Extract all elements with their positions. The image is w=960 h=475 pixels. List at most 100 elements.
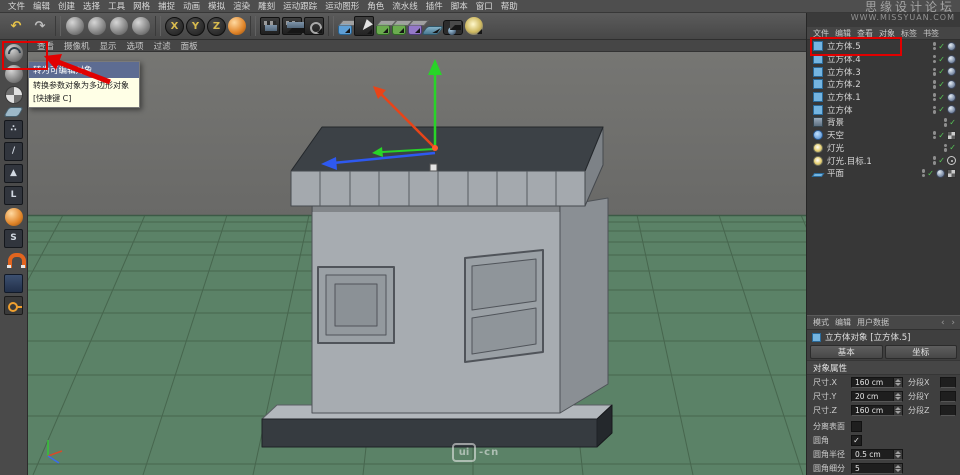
- texture-tag-icon[interactable]: [947, 130, 956, 140]
- enabled-check-icon[interactable]: ✓: [938, 42, 945, 51]
- enabled-check-icon[interactable]: ✓: [938, 131, 945, 140]
- enabled-check-icon[interactable]: ✓: [938, 80, 945, 89]
- attr-input[interactable]: 20 cm: [851, 390, 903, 402]
- checkbox[interactable]: ✓: [851, 434, 862, 446]
- coordinate-system-icon[interactable]: [228, 17, 246, 35]
- phong-tag-icon[interactable]: [947, 54, 956, 64]
- editor-visibility-dot[interactable]: [921, 169, 926, 173]
- viewport-menu-item-选项[interactable]: 选项: [122, 40, 149, 52]
- viewport-menu-item-面板[interactable]: 面板: [176, 40, 203, 52]
- snap-settings-icon[interactable]: S: [4, 228, 23, 248]
- spinner[interactable]: [893, 377, 902, 387]
- menu-item-运动图形[interactable]: 运动图形: [321, 0, 363, 12]
- points-mode-icon[interactable]: ∴: [4, 119, 23, 139]
- add-floor-icon[interactable]: [420, 25, 445, 35]
- magnet-snap-icon[interactable]: [4, 251, 26, 271]
- menu-item-脚本[interactable]: 脚本: [447, 0, 472, 12]
- add-primitive-cube-icon[interactable]: [338, 23, 352, 35]
- menu-item-雕刻[interactable]: 雕刻: [254, 0, 279, 12]
- live-selection-icon[interactable]: [66, 17, 84, 35]
- add-light-icon[interactable]: [465, 17, 483, 35]
- visibility-dots[interactable]: [932, 156, 937, 165]
- viewport-menu-item-查看[interactable]: 查看: [32, 40, 59, 52]
- history-nav-icons[interactable]: ‹ ›: [941, 318, 957, 328]
- viewport-menu-item-过滤[interactable]: 过滤: [149, 40, 176, 52]
- render-picture-viewer-icon[interactable]: [282, 17, 304, 35]
- object-row[interactable]: 背景 ✓: [807, 116, 960, 129]
- om-menu-item-编辑[interactable]: 编辑: [832, 28, 854, 39]
- make-editable-icon[interactable]: [4, 43, 23, 62]
- attr-input[interactable]: 5: [851, 462, 903, 474]
- editor-visibility-dot[interactable]: [932, 42, 937, 46]
- lock-z-axis-icon[interactable]: Z: [207, 16, 226, 36]
- visibility-dots[interactable]: [932, 42, 937, 51]
- om-menu-item-文件[interactable]: 文件: [810, 28, 832, 39]
- editor-visibility-dot[interactable]: [932, 156, 937, 160]
- render-visibility-dot[interactable]: [943, 123, 948, 127]
- editor-visibility-dot[interactable]: [932, 67, 937, 72]
- menu-item-网格[interactable]: 网格: [129, 0, 154, 12]
- spinner[interactable]: [893, 449, 902, 459]
- editor-visibility-dot[interactable]: [932, 105, 937, 110]
- object-row[interactable]: 立方体 ✓: [807, 103, 960, 116]
- rotate-tool-icon[interactable]: [132, 17, 150, 35]
- object-row[interactable]: 天空 ✓: [807, 129, 960, 142]
- render-visibility-dot[interactable]: [921, 173, 926, 178]
- render-visibility-dot[interactable]: [932, 46, 937, 51]
- object-row[interactable]: 立方体.5 ✓: [807, 40, 960, 53]
- gizmo-origin[interactable]: [432, 145, 438, 151]
- render-visibility-dot[interactable]: [932, 135, 937, 140]
- visibility-dots[interactable]: [943, 118, 948, 127]
- enabled-check-icon[interactable]: ✓: [938, 55, 945, 64]
- render-view-icon[interactable]: [260, 17, 280, 35]
- phong-tag-icon[interactable]: [947, 79, 956, 89]
- am-menu-item-用户数据[interactable]: 用户数据: [854, 317, 892, 328]
- visibility-dots[interactable]: [932, 130, 937, 140]
- render-visibility-dot[interactable]: [943, 148, 948, 152]
- attr-input[interactable]: [940, 390, 956, 402]
- object-row[interactable]: 立方体.4 ✓: [807, 53, 960, 66]
- editor-visibility-dot[interactable]: [932, 80, 937, 84]
- editor-visibility-dot[interactable]: [932, 93, 937, 97]
- object-row[interactable]: 灯光 ✓: [807, 142, 960, 155]
- menu-item-帮助[interactable]: 帮助: [497, 0, 522, 12]
- attr-input[interactable]: [940, 404, 956, 416]
- editor-visibility-dot[interactable]: [943, 118, 948, 122]
- render-visibility-dot[interactable]: [932, 85, 937, 89]
- object-center-handle[interactable]: [429, 163, 438, 172]
- object-row[interactable]: 立方体.1 ✓: [807, 91, 960, 104]
- om-menu-item-对象[interactable]: 对象: [876, 28, 898, 39]
- lock-x-axis-icon[interactable]: X: [165, 16, 184, 36]
- menu-item-窗口[interactable]: 窗口: [472, 0, 497, 12]
- texture-axis-mode-icon[interactable]: [4, 207, 23, 226]
- object-row[interactable]: 立方体.3 ✓: [807, 65, 960, 78]
- viewport-menu-item-显示[interactable]: 显示: [95, 40, 122, 52]
- enabled-check-icon[interactable]: ✓: [927, 169, 934, 178]
- add-camera-icon[interactable]: [443, 20, 463, 35]
- menu-item-创建[interactable]: 创建: [54, 0, 79, 12]
- add-deformer-icon[interactable]: [408, 23, 422, 35]
- enabled-check-icon[interactable]: ✓: [949, 118, 956, 127]
- viewport-menu-item-摄像机[interactable]: 摄像机: [59, 40, 95, 52]
- enabled-check-icon[interactable]: ✓: [938, 93, 945, 102]
- object-row[interactable]: 灯光.目标.1 ✓: [807, 154, 960, 167]
- object-row[interactable]: 立方体.2 ✓: [807, 78, 960, 91]
- attr-input[interactable]: 0.5 cm: [851, 448, 903, 460]
- target-tag-icon[interactable]: [947, 156, 956, 166]
- workplane-lock-icon[interactable]: [4, 273, 23, 293]
- viewport-canvas[interactable]: [28, 52, 806, 475]
- editor-visibility-dot[interactable]: [943, 143, 948, 148]
- menu-item-运动跟踪[interactable]: 运动跟踪: [279, 0, 321, 12]
- enabled-check-icon[interactable]: ✓: [938, 156, 945, 165]
- spinner[interactable]: [893, 463, 902, 473]
- menu-item-工具[interactable]: 工具: [104, 0, 129, 12]
- add-spline-icon[interactable]: [354, 16, 374, 36]
- render-visibility-dot[interactable]: [932, 59, 937, 64]
- phong-tag-icon[interactable]: [947, 92, 956, 102]
- menu-item-选择[interactable]: 选择: [79, 0, 104, 12]
- menu-item-模拟[interactable]: 模拟: [204, 0, 229, 12]
- workplane-mode-icon[interactable]: [3, 106, 24, 117]
- menu-item-编辑[interactable]: 编辑: [29, 0, 54, 12]
- move-tool-icon[interactable]: [88, 17, 106, 35]
- redo-icon[interactable]: ↷: [29, 15, 51, 37]
